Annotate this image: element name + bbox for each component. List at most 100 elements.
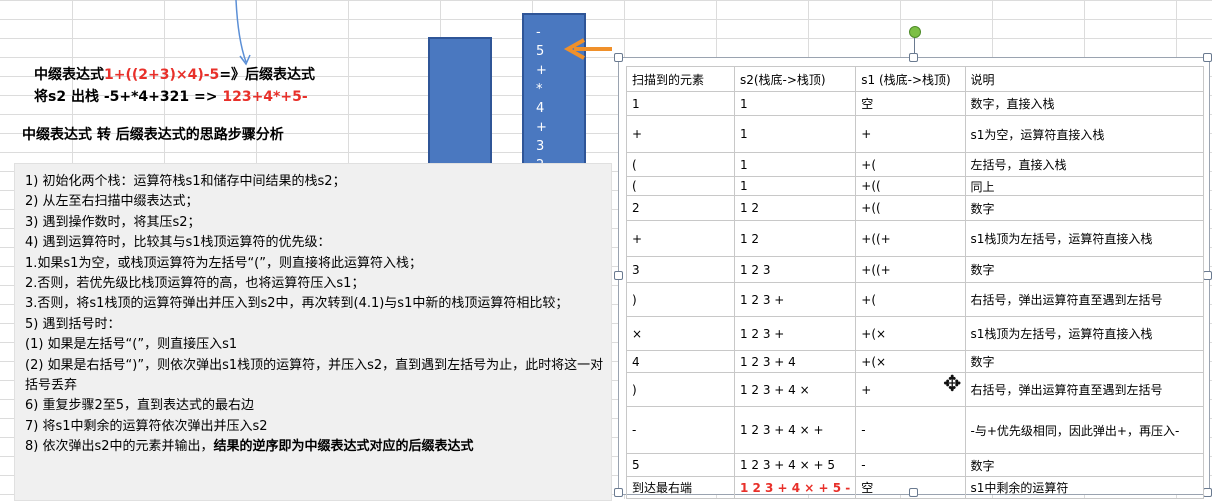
cell[interactable]: 1 — [733, 176, 857, 196]
table-row: ) 1 2 3 + 4 × + 右括号，弹出运算符直至遇到左括号 — [626, 372, 1205, 407]
col-header-s1: s1 (栈底->栈顶) — [855, 66, 966, 92]
table-row: 到达最右端 1 2 3 + 4 × + 5 - 空 s1中剩余的运算符 — [626, 476, 1205, 499]
cell[interactable]: 4 — [626, 350, 735, 373]
cell[interactable]: 数字 — [964, 195, 1205, 221]
table-row: +1 + s1为空，运算符直接入栈 — [626, 115, 1205, 153]
cell[interactable]: 1 2 3 + 4 × + 5 - — [733, 476, 857, 499]
table-row: 41 2 3 + 4 +(× 数字 — [626, 350, 1205, 373]
cell[interactable]: 空 — [855, 476, 966, 499]
cell[interactable]: 1 2 3 + — [733, 282, 857, 317]
cell[interactable]: 右括号，弹出运算符直至遇到左括号 — [964, 282, 1205, 317]
table-row: 21 2 +((数字 — [626, 195, 1205, 221]
cell[interactable]: +( — [855, 282, 966, 317]
step-item: 5) 遇到括号时： — [25, 316, 121, 332]
cell[interactable]: × — [626, 316, 735, 351]
move-cursor-icon: ✥ — [943, 372, 962, 397]
step-item: 3.否则，将s1栈顶的运算符弹出并压入到s2中，再次转到(4.1)与s1中新的栈… — [25, 296, 569, 312]
cell[interactable]: 1 2 3 + 4 × + — [733, 406, 857, 454]
cell[interactable]: s1为空，运算符直接入栈 — [964, 115, 1205, 153]
table-row: +1 2 +((+ s1栈顶为左括号，运算符直接入栈 — [626, 220, 1205, 257]
step-8-text: 8) 依次弹出s2中的元素并输出， — [25, 439, 214, 455]
table-row: (1 +((同上 — [626, 176, 1205, 196]
cell[interactable]: 1 2 3 + 4 — [733, 350, 857, 373]
resize-handle-bottom-right[interactable] — [1203, 488, 1212, 497]
cell[interactable]: 数字 — [964, 256, 1205, 283]
rotate-handle[interactable] — [909, 26, 921, 38]
header-line-1: 中缀表达式1+((2+3)×4)-5=》后缀表达式 — [34, 64, 315, 86]
table-row: 1 1 空数字，直接入栈 — [626, 91, 1205, 116]
resize-handle-bottom-left[interactable] — [614, 488, 623, 497]
cell[interactable]: ( — [626, 176, 735, 196]
resize-handle-top-right[interactable] — [1203, 53, 1212, 62]
cell[interactable]: s1中剩余的运算符 — [964, 476, 1205, 499]
step-item: 4) 遇到运算符时，比较其与s1栈顶运算符的优先级： — [25, 235, 331, 251]
table-row: -1 2 3 + 4 × + - -与+优先级相同，因此弹出+，再压入- — [626, 406, 1205, 454]
step-item: 2) 从左至右扫描中缀表达式； — [25, 194, 199, 210]
cell[interactable]: ( — [626, 152, 735, 177]
header-line-2: 将s2 出栈 -5+*4+321 => 123+4*+5- — [34, 86, 315, 108]
s2-item: + — [536, 120, 547, 135]
step-item: 7) 将s1中剩余的运算符依次弹出并压入s2 — [25, 418, 268, 434]
cell[interactable]: + — [626, 220, 735, 257]
cell[interactable]: ) — [626, 282, 735, 317]
table-row: (1 +(左括号，直接入栈 — [626, 152, 1205, 177]
cell[interactable]: 2 — [626, 195, 735, 221]
cell[interactable]: 1 2 3 + 4 × — [733, 372, 857, 407]
header-prefix: 中缀表达式 — [34, 67, 104, 83]
cell[interactable]: 数字 — [964, 453, 1205, 477]
cell[interactable]: 3 — [626, 256, 735, 283]
cell[interactable]: +(× — [855, 350, 966, 373]
cell[interactable]: + — [855, 115, 966, 153]
cell[interactable]: -与+优先级相同，因此弹出+，再压入- — [964, 406, 1205, 454]
cell[interactable]: 1 2 3 + 4 × + 5 — [733, 453, 857, 477]
cell[interactable]: 1 2 — [733, 195, 857, 221]
cell[interactable]: 数字 — [964, 350, 1205, 373]
cell[interactable]: +(× — [855, 316, 966, 351]
cell[interactable]: 1 2 3 — [733, 256, 857, 283]
s2-item: * — [536, 82, 543, 97]
section-title: 中缀表达式 转 后缀表达式的思路步骤分析 — [22, 127, 284, 143]
s2-item: 3 — [536, 139, 545, 154]
cell[interactable]: ) — [626, 372, 735, 407]
cell[interactable]: 左括号，直接入栈 — [964, 152, 1205, 177]
conversion-table: 扫描到的元素 s2(栈底->栈顶) s1 (栈底->栈顶) 说明 1 1 空数字，直… — [626, 66, 1205, 499]
cell[interactable]: - — [626, 406, 735, 454]
cell[interactable]: +( — [855, 152, 966, 177]
step-item: 1) 初始化两个栈：运算符栈s1和储存中间结果的栈s2； — [25, 174, 346, 189]
cell[interactable]: 同上 — [964, 176, 1205, 196]
cell[interactable]: 1 — [733, 152, 857, 177]
cell[interactable]: 1 — [626, 91, 735, 116]
cell[interactable]: - — [855, 453, 966, 477]
cell[interactable]: 1 2 — [733, 220, 857, 257]
cell[interactable]: s1栈顶为左括号，运算符直接入栈 — [964, 220, 1205, 257]
cell[interactable]: +((+ — [855, 220, 966, 257]
cell[interactable]: 右括号，弹出运算符直至遇到左括号 — [964, 372, 1205, 407]
table-row: 31 2 3 +((+ 数字 — [626, 256, 1205, 283]
resize-handle-left[interactable] — [614, 271, 623, 280]
cell[interactable]: 1 — [733, 91, 857, 116]
cell[interactable]: 1 2 3 + — [733, 316, 857, 351]
cell[interactable]: 到达最右端 — [626, 476, 735, 499]
table-row: 51 2 3 + 4 × + 5- 数字 — [626, 453, 1205, 477]
step-item: 8) 依次弹出s2中的元素并输出，结果的逆序即为中缀表达式对应的后缀表达式 — [25, 437, 611, 457]
infix-expression: 1+((2+3)×4)-5 — [104, 67, 220, 83]
resize-handle-right[interactable] — [1203, 271, 1212, 280]
pop-text: 将s2 出栈 -5+*4+321 => — [34, 89, 218, 105]
cell[interactable]: s1栈顶为左括号，运算符直接入栈 — [964, 316, 1205, 351]
cell[interactable]: 数字，直接入栈 — [964, 91, 1205, 116]
cell[interactable]: 5 — [626, 453, 735, 477]
cell[interactable]: + — [626, 115, 735, 153]
postfix-result: 123+4*+5- — [222, 89, 308, 105]
cell[interactable]: +((+ — [855, 256, 966, 283]
step-item: 6) 重复步骤2至5，直到表达式的最右边 — [25, 398, 255, 414]
header-suffix: =》后缀表达式 — [219, 67, 316, 83]
cell[interactable]: +(( — [855, 176, 966, 196]
s2-item: 4 — [536, 101, 545, 116]
cell[interactable]: +(( — [855, 195, 966, 221]
cell[interactable]: - — [855, 406, 966, 454]
resize-handle-top[interactable] — [909, 53, 918, 62]
cell[interactable]: 1 — [733, 115, 857, 153]
cell[interactable]: 空 — [855, 91, 966, 116]
resize-handle-top-left[interactable] — [614, 53, 623, 62]
step-item: 1.如果s1为空，或栈顶运算符为左括号“(”，则直接将此运算符入栈； — [25, 255, 422, 271]
